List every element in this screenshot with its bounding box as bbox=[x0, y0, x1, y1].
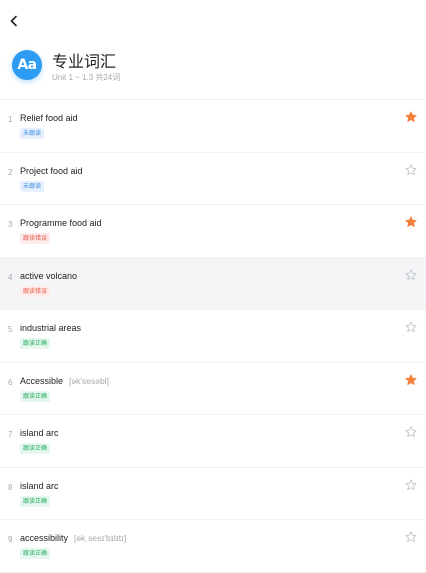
word-index: 7 bbox=[8, 430, 13, 439]
word-text: industrial areas bbox=[20, 323, 81, 333]
chevron-left-icon bbox=[10, 15, 17, 27]
word-index: 4 bbox=[8, 272, 13, 282]
vocabulary-logo-icon: Aa bbox=[12, 50, 42, 80]
back-button[interactable] bbox=[6, 12, 22, 30]
page-title: 专业词汇 bbox=[52, 52, 117, 71]
word-row[interactable]: 2 Project food aid 未跟读 bbox=[0, 153, 426, 205]
word-list: 1 Relief food aid 未跟读 2 Project food aid 未跟读 3… bbox=[0, 100, 426, 573]
status-badge: 未跟读 bbox=[20, 128, 45, 139]
word-phonetic: [əkˌsesɪ'bɪlɪtɪ] bbox=[74, 533, 127, 543]
word-index: 6 bbox=[8, 377, 13, 387]
word-index: 1 bbox=[8, 115, 13, 124]
word-row[interactable]: 9 accessibility [əkˌsesɪ'bɪlɪtɪ] 跟读正确 bbox=[0, 520, 426, 573]
word-text: active volcano bbox=[20, 271, 77, 281]
star-outline-icon[interactable] bbox=[405, 268, 417, 281]
status-badge: 跟读正确 bbox=[20, 338, 51, 349]
word-row[interactable]: 8 island arc 跟读正确 bbox=[0, 468, 426, 520]
status-badge: 跟读正确 bbox=[20, 548, 51, 559]
status-badge: 跟读正确 bbox=[20, 495, 51, 507]
status-badge: 跟读错误 bbox=[20, 233, 51, 244]
word-label: Accessible bbox=[20, 375, 64, 386]
word-text: island arc bbox=[20, 481, 59, 491]
star-filled-icon[interactable] bbox=[405, 111, 417, 123]
star-filled-icon[interactable] bbox=[405, 216, 417, 228]
word-text: island arc bbox=[20, 428, 59, 438]
word-label: Relief food aid bbox=[20, 113, 78, 123]
star-outline-icon[interactable] bbox=[405, 321, 417, 333]
word-label: island arc bbox=[20, 428, 59, 438]
status-badge: 跟读正确 bbox=[20, 443, 51, 454]
word-index: 3 bbox=[8, 220, 13, 229]
word-row[interactable]: 4 active volcano 跟读错误 bbox=[0, 257, 426, 310]
word-row[interactable]: 5 industrial areas 跟读正确 bbox=[0, 310, 426, 363]
word-label: accessibility bbox=[20, 533, 69, 543]
word-label: active volcano bbox=[20, 270, 78, 281]
star-outline-icon[interactable] bbox=[405, 163, 417, 176]
word-row[interactable]: 6 Accessible [ək'sesəbl] 跟读正确 bbox=[0, 363, 426, 415]
word-text: accessibility [əkˌsesɪ'bɪlɪtɪ] bbox=[20, 533, 126, 543]
word-text: Project food aid bbox=[20, 166, 83, 176]
star-outline-icon[interactable] bbox=[405, 426, 417, 438]
word-index: 9 bbox=[8, 535, 13, 544]
logo-text: Aa bbox=[17, 57, 37, 73]
word-row[interactable]: 3 Programme food aid 跟读错误 bbox=[0, 205, 426, 258]
page-subtitle: Unit 1 ~ 1.3 共24词 bbox=[52, 73, 121, 82]
word-row[interactable]: 1 Relief food aid 未跟读 bbox=[0, 100, 426, 153]
word-text: Accessible [ək'sesəbl] bbox=[20, 376, 109, 386]
word-text: Relief food aid bbox=[20, 113, 78, 123]
word-label: Project food aid bbox=[20, 165, 83, 176]
word-index: 2 bbox=[8, 167, 13, 177]
status-badge: 未跟读 bbox=[20, 180, 45, 192]
word-label: industrial areas bbox=[20, 323, 82, 333]
star-outline-icon[interactable] bbox=[405, 478, 417, 491]
word-index: 5 bbox=[8, 325, 13, 334]
star-filled-icon[interactable] bbox=[405, 373, 417, 386]
word-label: Programme food aid bbox=[20, 218, 102, 228]
word-row[interactable]: 7 island arc 跟读正确 bbox=[0, 415, 426, 468]
word-label: island arc bbox=[20, 480, 59, 491]
word-text: Programme food aid bbox=[20, 218, 102, 228]
status-badge: 跟读正确 bbox=[20, 390, 51, 402]
star-outline-icon[interactable] bbox=[405, 531, 417, 543]
header: Aa 专业词汇 Unit 1 ~ 1.3 共24词 bbox=[12, 46, 426, 86]
word-index: 8 bbox=[8, 482, 13, 492]
status-badge: 跟读错误 bbox=[20, 285, 51, 297]
word-phonetic: [ək'sesəbl] bbox=[69, 375, 109, 386]
